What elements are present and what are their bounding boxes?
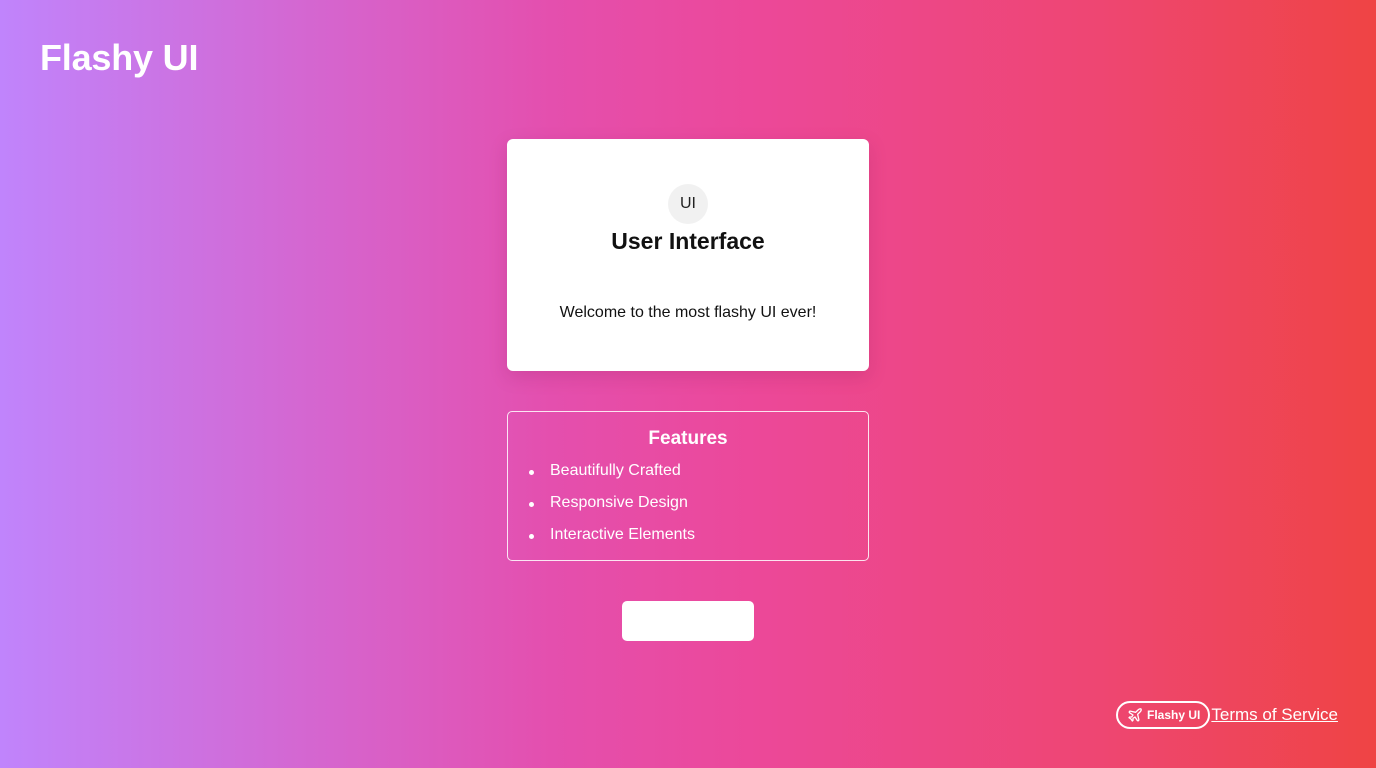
list-item: Responsive Design <box>529 494 695 526</box>
avatar: UI <box>668 184 708 224</box>
user-interface-card: UI User Interface Welcome to the most fl… <box>507 139 869 371</box>
footer: Flashy UI Terms of Service <box>1116 701 1338 729</box>
card-title: User Interface <box>611 228 765 254</box>
terms-of-service-link[interactable]: Terms of Service <box>1211 705 1338 725</box>
features-panel: Features Beautifully Crafted Responsive … <box>507 411 869 561</box>
features-title: Features <box>648 428 728 449</box>
app-title: Flashy UI <box>40 37 199 78</box>
list-item: Beautifully Crafted <box>529 462 695 494</box>
plane-icon <box>1127 707 1143 723</box>
card-welcome-text: Welcome to the most flashy UI ever! <box>559 304 817 321</box>
list-item: Interactive Elements <box>529 526 695 558</box>
badge-label: Flashy UI <box>1147 708 1201 722</box>
action-button[interactable] <box>622 601 754 641</box>
features-list: Beautifully Crafted Responsive Design In… <box>529 462 695 558</box>
flashy-ui-badge[interactable]: Flashy UI <box>1116 701 1211 729</box>
